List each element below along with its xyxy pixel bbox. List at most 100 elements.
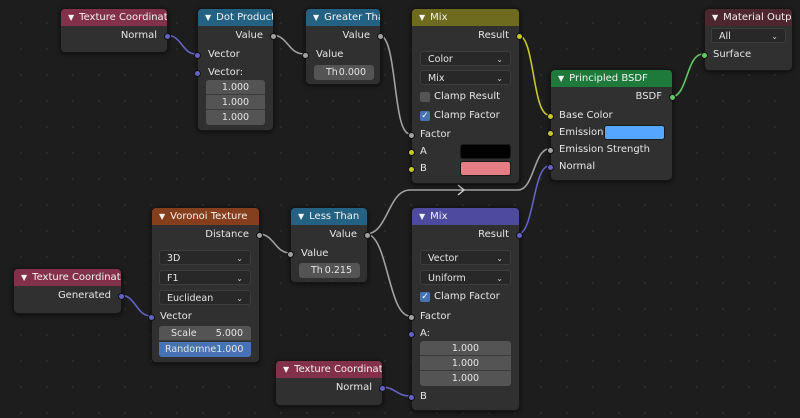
input-socket-b[interactable] [408,394,415,401]
node-header[interactable]: ▼ Less Than [291,208,367,225]
input-socket-vector[interactable] [194,52,201,59]
output-socket-generated[interactable] [118,293,125,300]
output-socket-bsdf[interactable] [669,94,676,101]
node-mix-color[interactable]: ▼ Mix Result Color ⌄ Mix ⌄ Clamp Result ✓ C… [408,8,523,184]
randomness-field[interactable]: Randomne 1.000 [159,342,251,357]
input-socket-emission-strength[interactable] [547,147,554,154]
blend-mode-dropdown[interactable]: Mix ⌄ [420,70,511,85]
data-type-dropdown[interactable]: Vector ⌄ [420,250,511,265]
node-editor-background[interactable] [0,0,800,418]
threshold-field[interactable]: Th 0.000 [314,65,374,80]
vector-a-z-field[interactable]: 1.000 [420,371,511,386]
node-header[interactable]: ▼ Material Output [705,9,792,26]
threshold-field[interactable]: Th 0.215 [299,263,360,278]
emission-color-swatch[interactable] [604,125,665,140]
output-socket-value[interactable] [270,33,277,40]
chevron-down-icon[interactable]: ▼ [419,208,425,225]
vector-x-field[interactable]: 1.000 [206,80,265,95]
input-value-label: Value [316,49,344,60]
clamp-factor-checkbox[interactable]: ✓ [420,292,430,302]
vector-z-field[interactable]: 1.000 [206,110,265,125]
input-socket-vector2[interactable] [194,70,201,77]
input-socket-normal[interactable] [547,164,554,171]
dimensions-dropdown[interactable]: 3D ⌄ [159,250,251,265]
input-socket-value[interactable] [302,52,309,59]
node-dot-product[interactable]: ▼ Dot Product Value Vector Vector: 1.000 … [194,8,277,131]
vector-a-y-field[interactable]: 1.000 [420,356,511,371]
input-socket-a[interactable] [408,331,415,338]
input-socket-b[interactable] [408,166,415,173]
input-surface-label: Surface [713,49,752,60]
feature-dropdown[interactable]: F1 ⌄ [159,270,251,285]
randomness-label: Randomne [165,344,217,355]
input-socket-emission[interactable] [547,130,554,137]
chevron-down-icon[interactable]: ▼ [283,361,289,378]
node-header[interactable]: ▼ Greater Than [306,9,380,26]
node-voronoi-texture[interactable]: ▼ Voronoi Texture Distance 3D ⌄ F1 ⌄ Euclid… [148,207,263,363]
output-socket-result[interactable] [516,33,523,40]
node-header[interactable]: ▼ Principled BSDF [551,70,672,87]
chevron-down-icon[interactable]: ▼ [159,208,165,225]
node-title: Principled BSDF [569,73,648,84]
data-type-dropdown[interactable]: Color ⌄ [420,51,511,66]
chevron-down-icon[interactable]: ▼ [558,70,564,87]
output-result-label: Result [478,229,509,240]
color-a-swatch[interactable] [460,144,511,159]
output-socket-value[interactable] [364,232,371,239]
input-socket-base-color[interactable] [547,113,554,120]
output-normal-label: Normal [335,382,372,393]
node-header[interactable]: ▼ Texture Coordinate [14,269,121,286]
node-less-than[interactable]: ▼ Less Than Value Value Th 0.215 [287,207,371,283]
chevron-down-icon[interactable]: ▼ [313,9,319,26]
chevron-down-icon[interactable]: ▼ [68,9,74,26]
node-header[interactable]: ▼ Dot Product [198,9,273,26]
output-socket-distance[interactable] [256,232,263,239]
input-socket-surface[interactable] [701,52,708,59]
node-material-output[interactable]: ▼ Material Output All ⌄ Surface [701,8,793,71]
node-header[interactable]: ▼ Voronoi Texture [152,208,259,225]
node-principled-bsdf[interactable]: ▼ Principled BSDF BSDF Base Color Emissio… [547,69,676,181]
input-socket-factor[interactable] [408,132,415,139]
output-socket-normal[interactable] [379,385,386,392]
clamp-result-checkbox[interactable] [420,92,430,102]
factor-mode-dropdown[interactable]: Uniform ⌄ [420,270,511,285]
chevron-down-icon[interactable]: ▼ [712,9,718,26]
vector-y-field[interactable]: 1.000 [206,95,265,110]
clamp-factor-checkbox[interactable]: ✓ [420,111,430,121]
node-texture-coordinate-1[interactable]: ▼ Texture Coordinate Normal [60,8,171,53]
input-a-label: A: [420,328,431,339]
output-socket-result[interactable] [516,232,523,239]
node-header[interactable]: ▼ Texture Coordinate [61,9,167,26]
chevron-down-icon[interactable]: ▼ [21,269,27,286]
node-title: Less Than [309,211,360,222]
scale-field[interactable]: Scale 5.000 [159,326,251,341]
node-texture-coordinate-2[interactable]: ▼ Texture Coordinate Generated [13,268,125,314]
randomness-value: 1.000 [216,344,244,355]
node-header[interactable]: ▼ Mix [412,9,519,26]
clamp-factor-label: Clamp Factor [434,291,500,302]
node-greater-than[interactable]: ▼ Greater Than Value Value Th0.000 [302,8,384,85]
chevron-down-icon[interactable]: ▼ [205,9,211,26]
distance-metric-dropdown[interactable]: Euclidean ⌄ [159,290,251,305]
vector-a-x-field[interactable]: 1.000 [420,341,511,356]
target-dropdown[interactable]: All ⌄ [711,28,786,43]
input-socket-vector[interactable] [148,314,155,321]
node-mix-vector[interactable]: ▼ Mix Result Vector ⌄ Uniform ⌄ ✓ Clamp Fac… [408,207,523,411]
color-b-swatch[interactable] [460,161,511,176]
chevron-down-icon: ⌄ [236,294,243,303]
input-factor-label: Factor [420,311,451,322]
output-socket-normal[interactable] [164,33,171,40]
feature-value: F1 [167,273,179,284]
input-vector2-label: Vector: [208,67,244,78]
node-texture-coordinate-3[interactable]: ▼ Texture Coordinate Normal [275,360,386,406]
output-socket-value[interactable] [377,33,384,40]
chevron-down-icon[interactable]: ▼ [419,9,425,26]
input-socket-value[interactable] [287,251,294,258]
input-socket-a[interactable] [408,149,415,156]
chevron-down-icon[interactable]: ▼ [298,208,304,225]
node-header[interactable]: ▼ Texture Coordinate [276,361,382,378]
input-socket-factor[interactable] [408,314,415,321]
output-distance-label: Distance [205,229,249,240]
output-value-label: Value [342,30,370,41]
node-header[interactable]: ▼ Mix [412,208,519,225]
